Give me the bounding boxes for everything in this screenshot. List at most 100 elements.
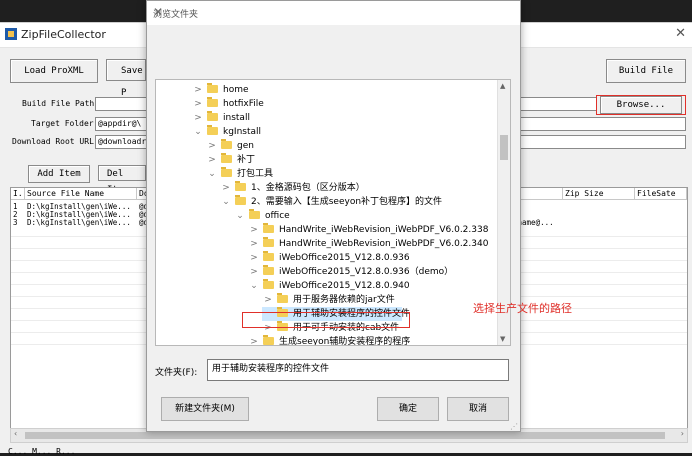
col-zip-size[interactable]: Zip Size xyxy=(563,188,635,200)
tree-item-label: gen xyxy=(237,141,254,151)
folder-icon xyxy=(221,153,232,163)
table-row[interactable]: 2 xyxy=(13,211,18,219)
chevron-icon[interactable]: > xyxy=(206,153,218,167)
target-folder-label: Target Folder: xyxy=(31,119,99,128)
build-file-path-field-right[interactable] xyxy=(519,97,597,111)
folder-icon xyxy=(263,279,274,289)
scroll-down-icon[interactable]: ▼ xyxy=(500,335,505,343)
folder-icon xyxy=(263,223,274,233)
tree-item-kginstall[interactable]: ⌄ kgInstall xyxy=(192,125,261,139)
close-icon[interactable]: ✕ xyxy=(675,26,686,41)
tree-item-label: iWebOffice2015_V12.8.0.936 xyxy=(279,253,410,263)
tree-item-label: iWebOffice2015_V12.8.0.940 xyxy=(279,281,410,291)
selected-folder-highlight-box xyxy=(242,312,410,328)
tree-item-iweboffice-940[interactable]: ⌄ iWebOffice2015_V12.8.0.940 xyxy=(248,279,410,293)
annotation-text: 选择生产文件的路径 xyxy=(473,302,572,315)
folder-icon xyxy=(207,97,218,107)
tree-item-label: kgInstall xyxy=(223,127,262,137)
dialog-titlebar: 浏览文件夹 ✕ xyxy=(147,1,520,25)
ok-button[interactable]: 确定 xyxy=(377,397,439,421)
dialog-close-icon[interactable]: ✕ xyxy=(153,5,511,19)
download-root-field-right[interactable] xyxy=(519,135,686,149)
folder-icon xyxy=(221,167,232,177)
chevron-icon[interactable]: > xyxy=(192,97,204,111)
chevron-down-icon[interactable]: ⌄ xyxy=(248,279,260,293)
tree-scrollbar-thumb[interactable] xyxy=(500,135,508,160)
resize-grip-icon[interactable]: ⋰ xyxy=(510,422,518,431)
tree-item-gen[interactable]: > gen xyxy=(206,139,254,153)
new-folder-button[interactable]: 新建文件夹(M) xyxy=(161,397,249,421)
build-file-path-label: Build File Path: xyxy=(22,99,100,108)
chevron-icon[interactable]: > xyxy=(192,111,204,125)
load-proxml-button[interactable]: Load ProXML xyxy=(10,59,98,83)
folder-icon xyxy=(235,195,246,205)
folder-tree[interactable]: > home > hotfixFile > install ⌄ kgInstall > g… xyxy=(155,79,511,346)
save-button[interactable]: Save P xyxy=(106,59,146,98)
tree-item-home[interactable]: > home xyxy=(192,83,249,97)
tree-item-input-files[interactable]: ⌄ 2、需要输入【生成seeyon补丁包程序】的文件 xyxy=(220,195,442,209)
folder-icon xyxy=(263,251,274,261)
tree-item-label: home xyxy=(223,85,249,95)
folder-icon xyxy=(235,181,246,191)
col-source-file-name[interactable]: Source File Name xyxy=(25,188,137,200)
app-icon xyxy=(5,28,17,40)
folder-input[interactable]: 用于辅助安装程序的控件文件 xyxy=(207,359,509,381)
tree-item-label: 打包工具 xyxy=(237,169,274,179)
folder-icon xyxy=(207,111,218,121)
tree-item-source-pack[interactable]: >1、金格源码包（区分版本） xyxy=(220,181,365,195)
chevron-down-icon[interactable]: ⌄ xyxy=(192,125,204,139)
chevron-down-icon[interactable]: ⌄ xyxy=(234,209,246,223)
download-root-label: Download Root URL: xyxy=(12,137,99,146)
table-cell-source: D:\kgInstall\gen\iWe... xyxy=(27,219,131,227)
scroll-right-icon[interactable]: › xyxy=(681,429,684,438)
tree-item-hotfixfile[interactable]: > hotfixFile xyxy=(192,97,264,111)
folder-icon xyxy=(249,209,260,219)
target-folder-field-right[interactable] xyxy=(519,117,686,131)
folder-icon xyxy=(207,83,218,93)
tree-item-label: 2、需要输入【生成seeyon补丁包程序】的文件 xyxy=(251,197,443,207)
build-file-button[interactable]: Build File xyxy=(606,59,686,83)
folder-label: 文件夹(F): xyxy=(155,368,198,378)
target-folder-field[interactable]: @appdir@\ xyxy=(95,117,149,131)
tree-item-office[interactable]: ⌄ office xyxy=(234,209,290,223)
chevron-icon[interactable]: > xyxy=(248,223,260,237)
col-filesate[interactable]: FileSate xyxy=(635,188,687,200)
tree-item-server-jar[interactable]: > 用于服务器依赖的jar文件 xyxy=(262,293,395,307)
tree-item-pack-tools[interactable]: ⌄ 打包工具 xyxy=(206,167,273,181)
chevron-down-icon[interactable]: ⌄ xyxy=(206,167,218,181)
chevron-icon[interactable]: > xyxy=(248,335,260,345)
tree-item-handwrite-338[interactable]: > HandWrite_iWebRevision_iWebPDF_V6.0.2.3… xyxy=(248,223,488,237)
add-item-button[interactable]: Add Item xyxy=(28,165,90,183)
tree-item-handwrite-340[interactable]: > HandWrite_iWebRevision_iWebPDF_V6.0.2.3… xyxy=(248,237,488,251)
chevron-icon[interactable]: > xyxy=(248,237,260,251)
scroll-up-icon[interactable]: ▲ xyxy=(500,82,505,90)
main-title: ZipFileCollector xyxy=(21,28,106,41)
del-item-button[interactable]: Del Item xyxy=(98,165,146,195)
tree-item-label: iWebOffice2015_V12.8.0.936（demo） xyxy=(279,267,454,277)
table-row[interactable]: 3 xyxy=(13,219,18,227)
chevron-icon[interactable]: > xyxy=(248,265,260,279)
tree-item-generator[interactable]: > 生成seeyon辅助安装程序的程序 xyxy=(248,335,411,346)
tree-item-label: HandWrite_iWebRevision_iWebPDF_V6.0.2.34… xyxy=(279,239,489,249)
browse-highlight-box xyxy=(596,95,686,115)
tree-item-patch[interactable]: > 补丁 xyxy=(206,153,255,167)
cancel-button[interactable]: 取消 xyxy=(447,397,509,421)
chevron-icon[interactable]: > xyxy=(192,83,204,97)
tree-item-iweboffice-936[interactable]: > iWebOffice2015_V12.8.0.936 xyxy=(248,251,410,265)
tree-item-iweboffice-936-demo[interactable]: > iWebOffice2015_V12.8.0.936（demo） xyxy=(248,265,453,279)
tree-item-label: 生成seeyon辅助安装程序的程序 xyxy=(279,337,411,346)
tree-item-label: office xyxy=(265,211,290,221)
scrollbar-thumb[interactable] xyxy=(25,432,665,439)
chevron-down-icon[interactable]: ⌄ xyxy=(220,195,232,209)
table-row[interactable]: 1 xyxy=(13,203,18,211)
tree-item-install[interactable]: > install xyxy=(192,111,250,125)
scroll-left-icon[interactable]: ‹ xyxy=(14,429,17,438)
chevron-icon[interactable]: > xyxy=(206,139,218,153)
folder-icon xyxy=(207,125,218,135)
col-index[interactable]: I. xyxy=(11,188,25,200)
chevron-icon[interactable]: > xyxy=(220,181,232,195)
build-file-path-field[interactable] xyxy=(95,97,149,111)
chevron-icon[interactable]: > xyxy=(248,251,260,265)
chevron-icon[interactable]: > xyxy=(262,293,274,307)
download-root-field[interactable]: @downloadroo xyxy=(95,135,149,149)
